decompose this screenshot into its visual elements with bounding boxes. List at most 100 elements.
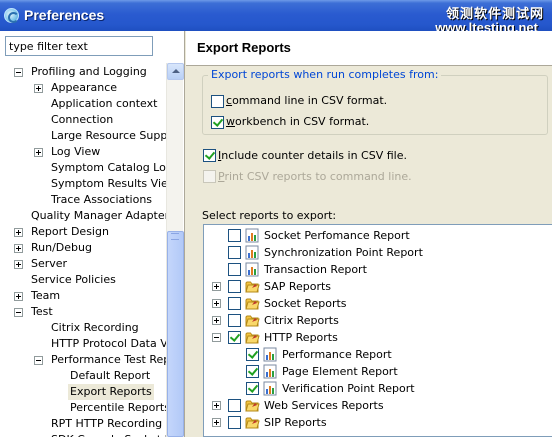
report-checkbox[interactable] bbox=[228, 399, 241, 412]
tree-item-label: Service Policies bbox=[31, 273, 116, 286]
expand-plus-icon[interactable] bbox=[14, 260, 23, 269]
report-checkbox[interactable] bbox=[246, 382, 259, 395]
report-checkbox[interactable] bbox=[228, 246, 241, 259]
report-checkbox[interactable] bbox=[228, 280, 241, 293]
report-checkbox[interactable] bbox=[246, 365, 259, 378]
collapse-minus-icon[interactable] bbox=[34, 356, 43, 365]
scroll-up-arrow-icon[interactable] bbox=[167, 63, 184, 80]
tree-item-label: Trace Associations bbox=[51, 193, 153, 206]
scroll-grip-icon bbox=[171, 233, 179, 240]
select-reports-label: Select reports to export: bbox=[202, 209, 337, 222]
tree-item-label: Large Resource Support bbox=[51, 129, 166, 142]
command-line-csv-checkbox[interactable] bbox=[211, 95, 224, 108]
collapse-minus-icon[interactable] bbox=[14, 308, 23, 317]
report-item-transaction-report[interactable]: Transaction Report bbox=[204, 261, 552, 278]
expand-plus-icon[interactable] bbox=[212, 418, 221, 427]
report-item-label: Synchronization Point Report bbox=[264, 246, 423, 259]
report-item-socket-reports[interactable]: Socket Reports bbox=[204, 295, 552, 312]
report-checkbox[interactable] bbox=[246, 348, 259, 361]
report-item-citrix-reports[interactable]: Citrix Reports bbox=[204, 312, 552, 329]
tree-item-label: Quality Manager Adapter bbox=[31, 209, 166, 222]
filter-input[interactable] bbox=[5, 36, 153, 56]
report-item-label: Socket Perfomance Report bbox=[264, 229, 410, 242]
tree-item-label: Log View bbox=[51, 145, 101, 158]
report-selection-tree[interactable]: Socket Perfomance Report Synchronization … bbox=[203, 224, 552, 437]
print-csv-checkbox[interactable] bbox=[203, 170, 216, 183]
tree-item-label: Export Reports bbox=[68, 384, 154, 400]
scroll-thumb[interactable] bbox=[167, 231, 184, 437]
tree-item-label: Profiling and Logging bbox=[31, 65, 147, 78]
report-checkbox[interactable] bbox=[228, 331, 241, 344]
tree-item-label: Run/Debug bbox=[31, 241, 92, 254]
chart-icon bbox=[263, 347, 278, 362]
include-counter-details-checkbox[interactable] bbox=[203, 149, 216, 162]
workbench-csv-checkbox[interactable] bbox=[211, 116, 224, 129]
tree-item-label: Citrix Recording bbox=[51, 321, 139, 334]
window-title: Preferences bbox=[24, 7, 105, 23]
nav-vertical-scrollbar[interactable] bbox=[166, 63, 184, 437]
preference-tree: Profiling and Logging Appearance Applicati… bbox=[0, 63, 166, 437]
expand-plus-icon[interactable] bbox=[212, 299, 221, 308]
folder-icon bbox=[245, 415, 260, 430]
tree-item-label: SDK Console Socket Recording bbox=[51, 432, 166, 437]
report-checkbox[interactable] bbox=[228, 229, 241, 242]
report-item-web-services-reports[interactable]: Web Services Reports bbox=[204, 397, 552, 414]
chart-icon bbox=[263, 381, 278, 396]
tree-item-label: HTTP Protocol Data View bbox=[51, 337, 166, 350]
report-checkbox[interactable] bbox=[228, 263, 241, 276]
workbench-csv-label[interactable]: workbench in CSV format. bbox=[226, 115, 369, 129]
tree-item-label: Test bbox=[31, 305, 53, 318]
command-line-csv-label[interactable]: command line in CSV format. bbox=[226, 94, 387, 108]
report-checkbox[interactable] bbox=[228, 416, 241, 429]
report-item-label: Web Services Reports bbox=[264, 399, 384, 412]
report-item-http-reports[interactable]: HTTP Reports bbox=[204, 329, 552, 346]
include-counter-details-label[interactable]: Include counter details in CSV file. bbox=[218, 149, 407, 163]
tree-item-label: Percentile Reports bbox=[70, 401, 166, 414]
report-item-label: Verification Point Report bbox=[282, 382, 415, 395]
report-item-socket-perfomance-report[interactable]: Socket Perfomance Report bbox=[204, 227, 552, 244]
expand-plus-icon[interactable] bbox=[14, 292, 23, 301]
preference-nav-panel: Profiling and Logging Appearance Applicati… bbox=[0, 31, 185, 437]
folder-icon bbox=[245, 330, 260, 345]
report-item-label: Citrix Reports bbox=[264, 314, 339, 327]
report-checkbox[interactable] bbox=[228, 314, 241, 327]
report-item-page-element-report[interactable]: Page Element Report bbox=[204, 363, 552, 380]
expand-plus-icon[interactable] bbox=[212, 316, 221, 325]
report-item-label: Transaction Report bbox=[264, 263, 367, 276]
expand-plus-icon[interactable] bbox=[34, 84, 43, 93]
preference-page: Export Reports Export reports when run c… bbox=[186, 31, 552, 437]
chart-icon bbox=[245, 262, 260, 277]
tree-item-label: Report Design bbox=[31, 225, 109, 238]
expand-plus-icon[interactable] bbox=[14, 228, 23, 237]
title-bar[interactable]: Preferences 领测软件测试网 www.ltesting.net bbox=[0, 0, 552, 34]
collapse-minus-icon[interactable] bbox=[212, 333, 221, 342]
expand-plus-icon[interactable] bbox=[212, 401, 221, 410]
report-checkbox[interactable] bbox=[228, 297, 241, 310]
report-item-label: Socket Reports bbox=[264, 297, 347, 310]
report-item-verification-point-report[interactable]: Verification Point Report bbox=[204, 380, 552, 397]
report-item-performance-report[interactable]: Performance Report bbox=[204, 346, 552, 363]
report-item-label: Performance Report bbox=[282, 348, 392, 361]
preferences-app-icon bbox=[4, 8, 19, 23]
report-item-sap-reports[interactable]: SAP Reports bbox=[204, 278, 552, 295]
report-item-label: SIP Reports bbox=[264, 416, 327, 429]
tree-item-label: Default Report bbox=[70, 369, 151, 382]
chart-icon bbox=[263, 364, 278, 379]
expand-plus-icon[interactable] bbox=[34, 148, 43, 157]
tree-item-label: Symptom Results View bbox=[51, 177, 166, 190]
page-header: Export Reports bbox=[186, 31, 552, 66]
chart-icon bbox=[245, 245, 260, 260]
tree-item-label: Connection bbox=[51, 113, 114, 126]
tree-item-label: Application context bbox=[51, 97, 158, 110]
tree-item-label: Server bbox=[31, 257, 68, 270]
folder-icon bbox=[245, 398, 260, 413]
print-csv-label[interactable]: Print CSV reports to command line. bbox=[218, 170, 412, 184]
chart-icon bbox=[245, 228, 260, 243]
report-item-synchronization-point-report[interactable]: Synchronization Point Report bbox=[204, 244, 552, 261]
tree-item-label: RPT HTTP Recording bbox=[51, 417, 163, 430]
collapse-minus-icon[interactable] bbox=[14, 68, 23, 77]
tree-item-label: Appearance bbox=[51, 81, 118, 94]
expand-plus-icon[interactable] bbox=[14, 244, 23, 253]
expand-plus-icon[interactable] bbox=[212, 282, 221, 291]
report-item-sip-reports[interactable]: SIP Reports bbox=[204, 414, 552, 431]
